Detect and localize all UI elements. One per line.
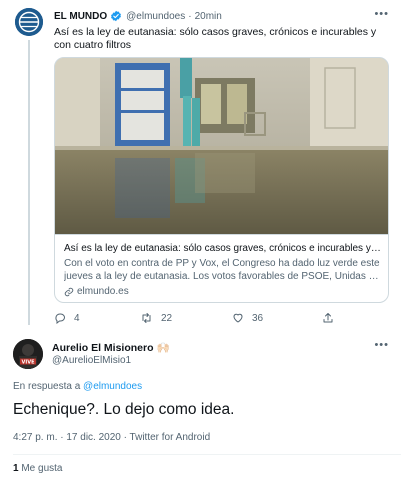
likes-count: 1 [13,463,19,474]
elmundo-globe-icon [15,8,43,36]
avatar-caption: VIVE [21,359,35,365]
card-title: Así es la ley de eutanasia: sólo casos g… [64,243,381,254]
replying-to: En respuesta a @elmundoes [13,381,142,392]
tweet-actions: 4 22 36 [54,312,354,328]
reply-tweet: VIVE Aurelio El Misionero 🙌🏻 @AurelioElM… [0,335,401,484]
replying-prefix: En respuesta a [13,381,81,392]
card-body: Así es la ley de eutanasia: sólo casos g… [55,234,388,302]
likes-summary[interactable]: 1 Me gusta [13,463,62,474]
like-icon [233,313,243,323]
tweet-meta[interactable]: 4:27 p. m. · 17 dic. 2020 · Twitter for … [13,432,210,443]
header-separator: · [188,10,192,22]
link-icon [64,287,74,296]
card-domain: elmundo.es [64,285,381,298]
retweet-icon [142,313,151,323]
card-description: Con el voto en contra de PP y Vox, el Co… [64,258,380,282]
retweet-count: 22 [161,312,173,324]
like-button[interactable]: 36 [232,312,263,324]
aurelio-avatar[interactable]: VIVE [13,339,43,369]
reply-more-icon[interactable]: ••• [374,339,389,351]
author-handle[interactable]: @elmundoes [126,11,185,22]
card-image [55,58,388,234]
reply-author-name[interactable]: Aurelio El Misionero 🙌🏻 [52,341,170,354]
more-icon[interactable]: ••• [374,8,389,20]
share-button[interactable] [322,312,342,324]
parent-tweet[interactable]: EL MUNDO @elmundoes · 20min ••• Así es l… [0,0,401,334]
reply-tweet-text: Echenique?. Lo dejo como idea. [13,401,235,418]
reply-author-name-text: Aurelio El Misionero [52,342,154,354]
verified-badge-icon [111,10,122,22]
elmundo-avatar[interactable] [15,8,43,36]
retweet-button[interactable]: 22 [140,312,172,324]
reply-count: 4 [74,312,80,324]
likes-label: Me gusta [21,463,63,474]
parent-tweet-header: EL MUNDO @elmundoes · 20min [54,10,222,22]
divider [13,454,401,455]
link-card[interactable]: Así es la ley de eutanasia: sólo casos g… [54,57,389,303]
like-count: 36 [252,312,264,324]
reply-author-handle[interactable]: @AurelioElMisio1 [52,355,131,366]
replying-mention[interactable]: @elmundoes [83,381,142,392]
card-domain-text: elmundo.es [77,286,129,297]
reply-button[interactable]: 4 [54,312,80,324]
raised-hands-emoji: 🙌🏻 [156,342,170,354]
share-icon [323,313,333,323]
reply-icon [55,313,65,324]
parent-tweet-text: Así es la ley de eutanasia: sólo casos g… [54,26,377,51]
tweet-time[interactable]: 20min [195,11,222,22]
author-name[interactable]: EL MUNDO [54,11,107,22]
thread-line [28,40,30,325]
